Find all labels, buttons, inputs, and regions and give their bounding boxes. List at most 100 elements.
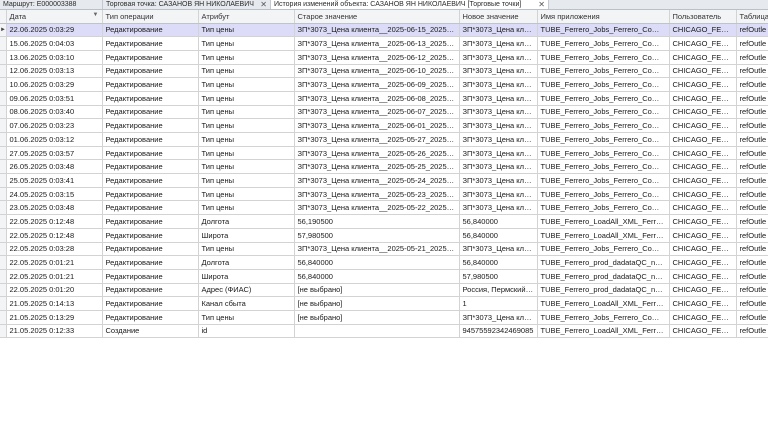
table-row[interactable]: 22.05.2025 0:01:20 Редактирование Адрес (Ф… [0, 283, 768, 298]
table-row[interactable]: 09.06.2025 0:03:51 Редактирование Тип цены… [0, 91, 768, 106]
cell-operation-type[interactable]: Редактирование [102, 255, 199, 270]
cell-app-name[interactable]: TUBE_Ferrero_prod_dadataQC_new... [537, 255, 670, 270]
cell-new-value[interactable]: ЗП*3073_Цена клие... [459, 146, 538, 161]
cell-user[interactable]: CHICAGO_FERRE... [669, 159, 737, 175]
cell-app-name[interactable]: TUBE_Ferrero_LoadAll_XML_Ferrero... [537, 324, 670, 339]
table-row[interactable]: 23.05.2025 0:03:48 Редактирование Тип цены… [0, 200, 768, 216]
cell-operation-type[interactable]: Редактирование [102, 173, 199, 188]
cell-old-value[interactable]: ЗП*3073_Цена клиента__2025-06-07_2025-0.… [294, 105, 460, 120]
cell-old-value[interactable]: ЗП*3073_Цена клиента__2025-06-08_2025-0.… [294, 91, 460, 106]
cell-attribute[interactable]: Тип цены [198, 36, 295, 51]
cell-attribute[interactable]: Адрес (ФИАС) [198, 283, 295, 298]
table-row[interactable]: 25.05.2025 0:03:41 Редактирование Тип цены… [0, 173, 768, 188]
table-row[interactable]: 07.06.2025 0:03:23 Редактирование Тип цены… [0, 118, 768, 133]
cell-attribute[interactable]: Тип цены [198, 159, 295, 175]
cell-date[interactable]: 22.05.2025 0:01:21 [6, 269, 103, 284]
column-header-date[interactable]: Дата ▼ [6, 10, 103, 24]
cell-user[interactable]: CHICAGO_FERRE... [669, 132, 737, 147]
cell-operation-type[interactable]: Редактирование [102, 91, 199, 106]
cell-user[interactable]: CHICAGO_FERRE... [669, 105, 737, 120]
cell-table[interactable]: refOutle [736, 187, 768, 202]
cell-user[interactable]: CHICAGO_FERRE... [669, 283, 737, 298]
cell-table[interactable]: refOutle [736, 23, 768, 38]
cell-app-name[interactable]: TUBE_Ferrero_Jobs_Ferrero_Comma... [537, 36, 670, 51]
table-row[interactable]: 27.05.2025 0:03:57 Редактирование Тип цены… [0, 146, 768, 161]
cell-new-value[interactable]: ЗП*3073_Цена клие... [459, 118, 538, 133]
cell-app-name[interactable]: TUBE_Ferrero_prod_dadataQC_new... [537, 283, 670, 298]
cell-attribute[interactable]: Долгота [198, 214, 295, 229]
cell-table[interactable]: refOutle [736, 255, 768, 270]
column-header-operation-type[interactable]: Тип операции [102, 10, 199, 24]
table-row[interactable]: 21.05.2025 0:13:29 Редактирование Тип цены… [0, 310, 768, 325]
cell-user[interactable]: CHICAGO_FERRE... [669, 50, 737, 65]
column-header-user[interactable]: Пользователь [669, 10, 737, 24]
cell-app-name[interactable]: TUBE_Ferrero_Jobs_Ferrero_Comma... [537, 146, 670, 161]
cell-attribute[interactable]: Тип цены [198, 91, 295, 106]
cell-user[interactable]: CHICAGO_FERRE... [669, 228, 737, 243]
cell-user[interactable]: CHICAGO_FERRE... [669, 91, 737, 106]
cell-date[interactable]: 10.06.2025 0:03:29 [6, 77, 103, 92]
cell-user[interactable]: CHICAGO_FERRE... [669, 23, 737, 38]
cell-operation-type[interactable]: Редактирование [102, 105, 199, 120]
cell-date[interactable]: 08.06.2025 0:03:40 [6, 105, 103, 120]
cell-user[interactable]: CHICAGO_FERRE... [669, 36, 737, 51]
cell-date[interactable]: 23.05.2025 0:03:48 [6, 200, 103, 216]
cell-operation-type[interactable]: Редактирование [102, 118, 199, 133]
cell-old-value[interactable]: 56,840000 [294, 269, 460, 284]
column-header-app-name[interactable]: Имя приложения [537, 10, 670, 24]
cell-date[interactable]: 22.05.2025 0:03:28 [6, 242, 103, 257]
cell-user[interactable]: CHICAGO_FERRE... [669, 310, 737, 325]
cell-operation-type[interactable]: Редактирование [102, 77, 199, 92]
cell-old-value[interactable]: 56,190500 [294, 214, 460, 229]
cell-user[interactable]: CHICAGO_FERRE... [669, 200, 737, 216]
cell-new-value[interactable]: Россия, Пермский к... [459, 283, 538, 298]
cell-attribute[interactable]: Тип цены [198, 200, 295, 216]
cell-table[interactable]: refOutle [736, 118, 768, 133]
cell-attribute[interactable]: Долгота [198, 255, 295, 270]
table-row[interactable]: 10.06.2025 0:03:29 Редактирование Тип цены… [0, 77, 768, 92]
cell-date[interactable]: 22.05.2025 0:12:48 [6, 228, 103, 243]
table-row[interactable]: 22.05.2025 0:01:21 Редактирование Долгота 5… [0, 255, 768, 270]
cell-date[interactable]: 21.05.2025 0:13:29 [6, 310, 103, 325]
cell-operation-type[interactable]: Редактирование [102, 50, 199, 65]
cell-user[interactable]: CHICAGO_FERRE... [669, 173, 737, 188]
cell-table[interactable]: refOutle [736, 310, 768, 325]
cell-operation-type[interactable]: Редактирование [102, 187, 199, 202]
table-row[interactable]: 22.05.2025 0:12:48 Редактирование Широта 57… [0, 228, 768, 243]
cell-new-value[interactable]: ЗП*3073_Цена клие... [459, 132, 538, 147]
cell-app-name[interactable]: TUBE_Ferrero_prod_dadataQC_new... [537, 269, 670, 284]
cell-old-value[interactable]: ЗП*3073_Цена клиента__2025-05-27_2025-0.… [294, 132, 460, 147]
cell-operation-type[interactable]: Редактирование [102, 132, 199, 147]
cell-table[interactable]: refOutle [736, 50, 768, 65]
table-row[interactable]: 12.06.2025 0:03:13 Редактирование Тип цены… [0, 64, 768, 79]
cell-old-value[interactable]: ЗП*3073_Цена клиента__2025-06-12_2025-0.… [294, 50, 460, 65]
tab-route[interactable]: Маршрут: E000003388 [0, 0, 103, 9]
cell-app-name[interactable]: TUBE_Ferrero_LoadAll_XML_Ferrero... [537, 296, 670, 311]
cell-app-name[interactable]: TUBE_Ferrero_Jobs_Ferrero_Comma... [537, 187, 670, 202]
cell-user[interactable]: CHICAGO_FERRE... [669, 242, 737, 257]
cell-new-value[interactable]: ЗП*3073_Цена клие... [459, 200, 538, 216]
cell-date[interactable]: 26.05.2025 0:03:48 [6, 159, 103, 175]
cell-app-name[interactable]: TUBE_Ferrero_Jobs_Ferrero_Comma... [537, 242, 670, 257]
cell-attribute[interactable]: Тип цены [198, 77, 295, 92]
cell-attribute[interactable]: Широта [198, 269, 295, 284]
cell-app-name[interactable]: TUBE_Ferrero_Jobs_Ferrero_Comma... [537, 77, 670, 92]
cell-attribute[interactable]: Тип цены [198, 50, 295, 65]
cell-new-value[interactable]: 57,980500 [459, 269, 538, 284]
cell-attribute[interactable]: Широта [198, 228, 295, 243]
cell-old-value[interactable]: ЗП*3073_Цена клиента__2025-06-13_2025-0.… [294, 36, 460, 51]
column-header-table[interactable]: Таблица [736, 10, 768, 24]
cell-app-name[interactable]: TUBE_Ferrero_Jobs_Ferrero_Comma... [537, 200, 670, 216]
cell-user[interactable]: CHICAGO_FERRE... [669, 146, 737, 161]
cell-operation-type[interactable]: Редактирование [102, 214, 199, 229]
table-row[interactable]: 24.05.2025 0:03:15 Редактирование Тип цены… [0, 187, 768, 202]
cell-old-value[interactable]: ЗП*3073_Цена клиента__2025-05-26_2025-0.… [294, 146, 460, 161]
table-row[interactable]: ► 22.06.2025 0:03:29 Редактирование Тип цен… [0, 23, 768, 38]
cell-new-value[interactable]: ЗП*3073_Цена клие... [459, 50, 538, 65]
cell-new-value[interactable]: ЗП*3073_Цена клие... [459, 36, 538, 51]
cell-date[interactable]: 25.05.2025 0:03:41 [6, 173, 103, 188]
cell-user[interactable]: CHICAGO_FERRE... [669, 187, 737, 202]
cell-table[interactable]: refOutle [736, 91, 768, 106]
cell-old-value[interactable] [294, 324, 460, 339]
cell-operation-type[interactable]: Редактирование [102, 242, 199, 257]
